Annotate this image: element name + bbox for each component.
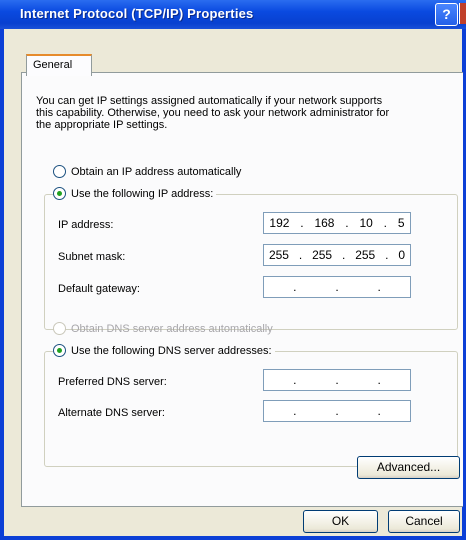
default-gateway-input[interactable]: . . .	[263, 276, 411, 298]
ip-octet-2: 168	[314, 216, 335, 230]
use-dns-label: Use the following DNS server addresses:	[71, 344, 272, 357]
dialog-body: General You can get IP settings assigned…	[4, 29, 463, 536]
tab-general[interactable]: General	[26, 54, 92, 76]
obtain-ip-auto-label: Obtain an IP address automatically	[71, 165, 242, 178]
ip-address-input[interactable]: 192. 168. 10. 5	[263, 212, 411, 234]
use-dns-option[interactable]: Use the following DNS server addresses:	[53, 344, 275, 357]
alternate-dns-label: Alternate DNS server:	[58, 407, 165, 419]
window-title: Internet Protocol (TCP/IP) Properties	[20, 6, 254, 21]
obtain-ip-auto-option[interactable]: Obtain an IP address automatically	[53, 165, 241, 178]
ip-address-label: IP address:	[58, 219, 114, 231]
subnet-mask-input[interactable]: 255. 255. 255. 0	[263, 244, 411, 266]
subnet-octet-3: 255	[355, 248, 376, 262]
ip-octet-4: 5	[397, 216, 405, 230]
help-button[interactable]: ?	[435, 3, 458, 26]
default-gateway-label: Default gateway:	[58, 283, 140, 295]
intro-text: You can get IP settings assigned automat…	[36, 95, 390, 131]
cancel-button[interactable]: Cancel	[388, 510, 460, 533]
obtain-ip-auto-radio[interactable]	[53, 165, 66, 178]
tcpip-properties-dialog: Internet Protocol (TCP/IP) Properties ? …	[0, 0, 466, 540]
preferred-dns-input[interactable]: . . .	[263, 369, 411, 391]
preferred-dns-label: Preferred DNS server:	[58, 376, 167, 388]
obtain-dns-auto-label: Obtain DNS server address automatically	[71, 322, 273, 335]
obtain-dns-auto-radio[interactable]	[53, 322, 66, 335]
use-ip-radio[interactable]	[53, 187, 66, 200]
use-ip-label: Use the following IP address:	[71, 187, 214, 200]
ip-octet-3: 10	[359, 216, 373, 230]
close-button[interactable]	[459, 3, 466, 24]
ok-button[interactable]: OK	[303, 510, 378, 533]
tab-general-label: General	[33, 59, 73, 71]
use-ip-option[interactable]: Use the following IP address:	[53, 187, 217, 200]
subnet-octet-4: 0	[398, 248, 405, 262]
subnet-octet-1: 255	[268, 248, 289, 262]
use-dns-radio[interactable]	[53, 344, 66, 357]
alternate-dns-input[interactable]: . . .	[263, 400, 411, 422]
advanced-button[interactable]: Advanced...	[357, 456, 460, 479]
obtain-dns-auto-option[interactable]: Obtain DNS server address automatically	[53, 322, 273, 335]
title-bar[interactable]: Internet Protocol (TCP/IP) Properties ?	[0, 0, 466, 29]
subnet-mask-label: Subnet mask:	[58, 251, 126, 263]
ip-octet-1: 192	[269, 216, 290, 230]
subnet-octet-2: 255	[312, 248, 333, 262]
